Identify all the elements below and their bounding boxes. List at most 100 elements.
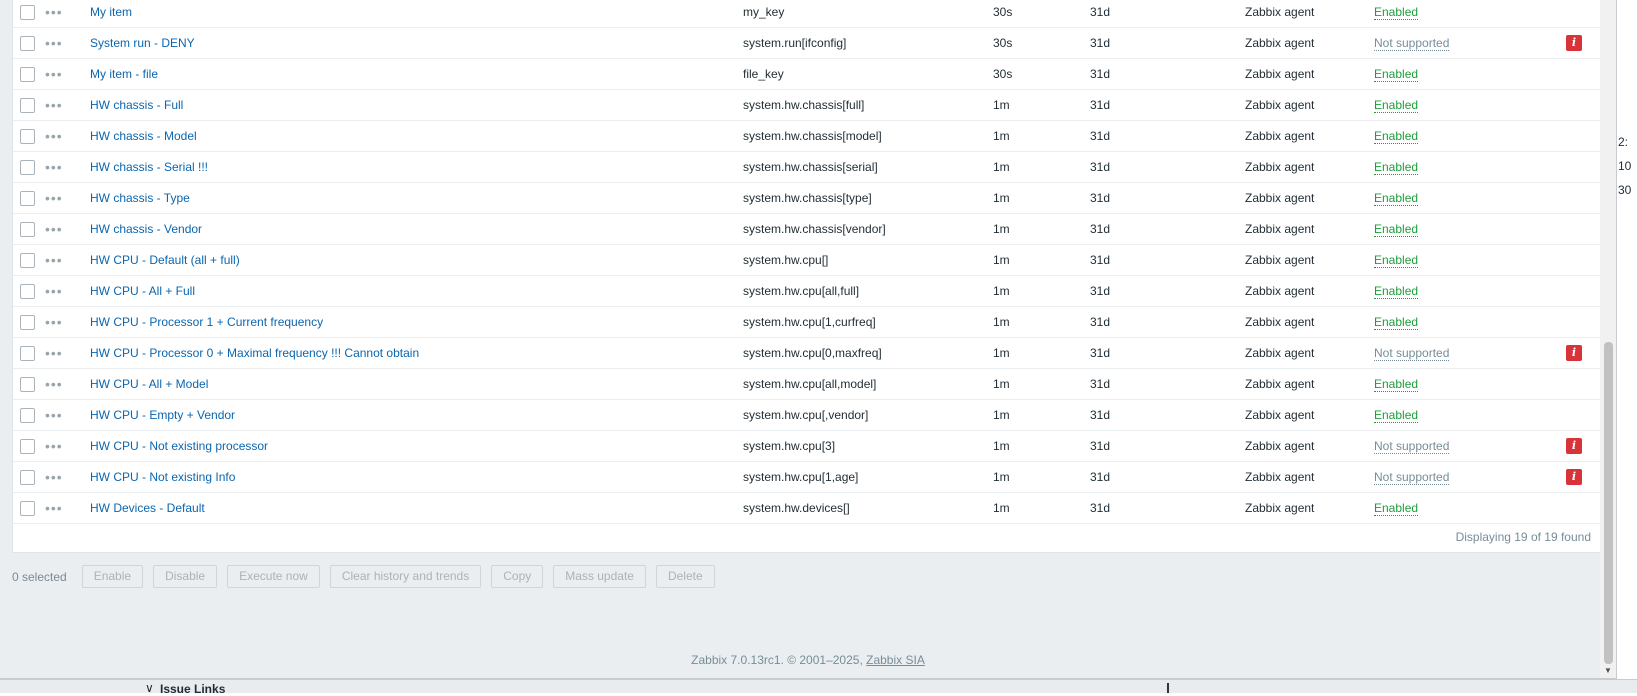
more-actions-icon[interactable]: ••• (45, 408, 90, 422)
item-name-link[interactable]: HW CPU - Empty + Vendor (90, 408, 235, 422)
item-type: Zabbix agent (1245, 98, 1315, 112)
more-actions-icon[interactable]: ••• (45, 67, 90, 81)
row-checkbox[interactable] (20, 252, 35, 268)
item-interval: 1m (993, 222, 1010, 236)
item-interval: 30s (993, 36, 1013, 50)
copy-button[interactable]: Copy (491, 565, 544, 588)
scroll-down-arrow-icon[interactable]: ▼ (1603, 666, 1613, 676)
more-actions-icon[interactable]: ••• (45, 377, 90, 391)
item-status-toggle[interactable]: Enabled (1374, 501, 1419, 516)
item-status-toggle[interactable]: Enabled (1374, 408, 1419, 423)
row-checkbox[interactable] (20, 376, 35, 392)
item-name-link[interactable]: HW chassis - Type (90, 191, 190, 205)
item-type: Zabbix agent (1245, 439, 1315, 453)
row-checkbox[interactable] (20, 283, 35, 299)
table-row: ••• My item - file file_key 30s 31d Zabbix ag… (13, 58, 1603, 90)
item-name-link[interactable]: HW CPU - Processor 1 + Current frequency (90, 315, 323, 329)
row-checkbox[interactable] (20, 66, 35, 82)
item-name-link[interactable]: System run - DENY (90, 36, 195, 50)
more-actions-icon[interactable]: ••• (45, 470, 90, 484)
row-checkbox[interactable] (20, 500, 35, 516)
item-status-toggle[interactable]: Enabled (1374, 315, 1419, 330)
item-status-toggle[interactable]: Not supported (1374, 470, 1450, 485)
item-history: 31d (1090, 5, 1111, 19)
item-name-link[interactable]: HW chassis - Model (90, 129, 197, 143)
clear-history-button[interactable]: Clear history and trends (329, 565, 482, 588)
item-status-toggle[interactable]: Enabled (1374, 67, 1419, 82)
more-actions-icon[interactable]: ••• (45, 222, 90, 236)
more-actions-icon[interactable]: ••• (45, 346, 90, 360)
item-name-link[interactable]: HW chassis - Full (90, 98, 183, 112)
more-actions-icon[interactable]: ••• (45, 284, 90, 298)
item-status-toggle[interactable]: Enabled (1374, 191, 1419, 206)
item-status-toggle[interactable]: Enabled (1374, 284, 1419, 299)
enable-button[interactable]: Enable (81, 565, 144, 588)
item-history: 31d (1090, 222, 1111, 236)
more-actions-icon[interactable]: ••• (45, 129, 90, 143)
more-actions-icon[interactable]: ••• (45, 439, 90, 453)
row-checkbox[interactable] (20, 407, 35, 423)
items-table-body: ••• My item my_key 30s 31d Zabbix agent Enable… (13, 0, 1603, 524)
info-icon[interactable]: i (1566, 438, 1582, 454)
item-name-link[interactable]: My item (90, 5, 132, 19)
item-status-toggle[interactable]: Enabled (1374, 253, 1419, 268)
more-actions-icon[interactable]: ••• (45, 191, 90, 205)
item-name-link[interactable]: HW chassis - Serial !!! (90, 160, 208, 174)
row-menu-cell: ••• (43, 399, 90, 431)
delete-button[interactable]: Delete (655, 565, 715, 588)
row-menu-cell: ••• (43, 89, 90, 121)
row-checkbox[interactable] (20, 438, 35, 454)
more-actions-icon[interactable]: ••• (45, 5, 90, 19)
item-name-link[interactable]: HW CPU - Not existing Info (90, 470, 235, 484)
more-actions-icon[interactable]: ••• (45, 98, 90, 112)
item-history: 31d (1090, 346, 1111, 360)
row-checkbox[interactable] (20, 128, 35, 144)
row-menu-cell: ••• (43, 27, 90, 59)
item-name-link[interactable]: HW CPU - All + Model (90, 377, 208, 391)
vertical-scrollbar[interactable]: ▼ (1600, 0, 1616, 678)
item-type: Zabbix agent (1245, 67, 1315, 81)
item-status-toggle[interactable]: Enabled (1374, 5, 1419, 20)
more-actions-icon[interactable]: ••• (45, 36, 90, 50)
mass-update-button[interactable]: Mass update (553, 565, 646, 588)
scrollbar-thumb[interactable] (1604, 342, 1613, 664)
item-name-link[interactable]: My item - file (90, 67, 158, 81)
row-checkbox-cell (13, 244, 43, 276)
row-checkbox[interactable] (20, 35, 35, 51)
item-status-toggle[interactable]: Not supported (1374, 36, 1450, 51)
item-status-toggle[interactable]: Enabled (1374, 129, 1419, 144)
item-type: Zabbix agent (1245, 377, 1315, 391)
item-status-toggle[interactable]: Not supported (1374, 346, 1450, 361)
item-status-toggle[interactable]: Enabled (1374, 160, 1419, 175)
item-name-link[interactable]: HW CPU - All + Full (90, 284, 195, 298)
footer-text: Zabbix 7.0.13rc1. © 2001–2025, (691, 653, 867, 667)
item-name-link[interactable]: HW CPU - Processor 0 + Maximal frequency… (90, 346, 419, 360)
item-name-link[interactable]: HW chassis - Vendor (90, 222, 202, 236)
item-name-link[interactable]: HW CPU - Not existing processor (90, 439, 268, 453)
row-checkbox[interactable] (20, 97, 35, 113)
info-icon[interactable]: i (1566, 469, 1582, 485)
row-checkbox[interactable] (20, 345, 35, 361)
row-checkbox[interactable] (20, 221, 35, 237)
item-name-link[interactable]: HW CPU - Default (all + full) (90, 253, 240, 267)
row-checkbox[interactable] (20, 469, 35, 485)
row-checkbox[interactable] (20, 159, 35, 175)
item-status-toggle[interactable]: Enabled (1374, 222, 1419, 237)
info-icon[interactable]: i (1566, 345, 1582, 361)
execute-now-button[interactable]: Execute now (227, 565, 320, 588)
footer-company-link[interactable]: Zabbix SIA (866, 653, 925, 667)
item-status-toggle[interactable]: Enabled (1374, 98, 1419, 113)
more-actions-icon[interactable]: ••• (45, 315, 90, 329)
info-icon[interactable]: i (1566, 35, 1582, 51)
more-actions-icon[interactable]: ••• (45, 253, 90, 267)
more-actions-icon[interactable]: ••• (45, 160, 90, 174)
item-name-link[interactable]: HW Devices - Default (90, 501, 205, 515)
item-status-toggle[interactable]: Not supported (1374, 439, 1450, 454)
disable-button[interactable]: Disable (153, 565, 218, 588)
row-checkbox[interactable] (20, 314, 35, 330)
row-checkbox[interactable] (20, 4, 35, 20)
item-interval: 1m (993, 160, 1010, 174)
more-actions-icon[interactable]: ••• (45, 501, 90, 515)
row-checkbox[interactable] (20, 190, 35, 206)
item-status-toggle[interactable]: Enabled (1374, 377, 1419, 392)
